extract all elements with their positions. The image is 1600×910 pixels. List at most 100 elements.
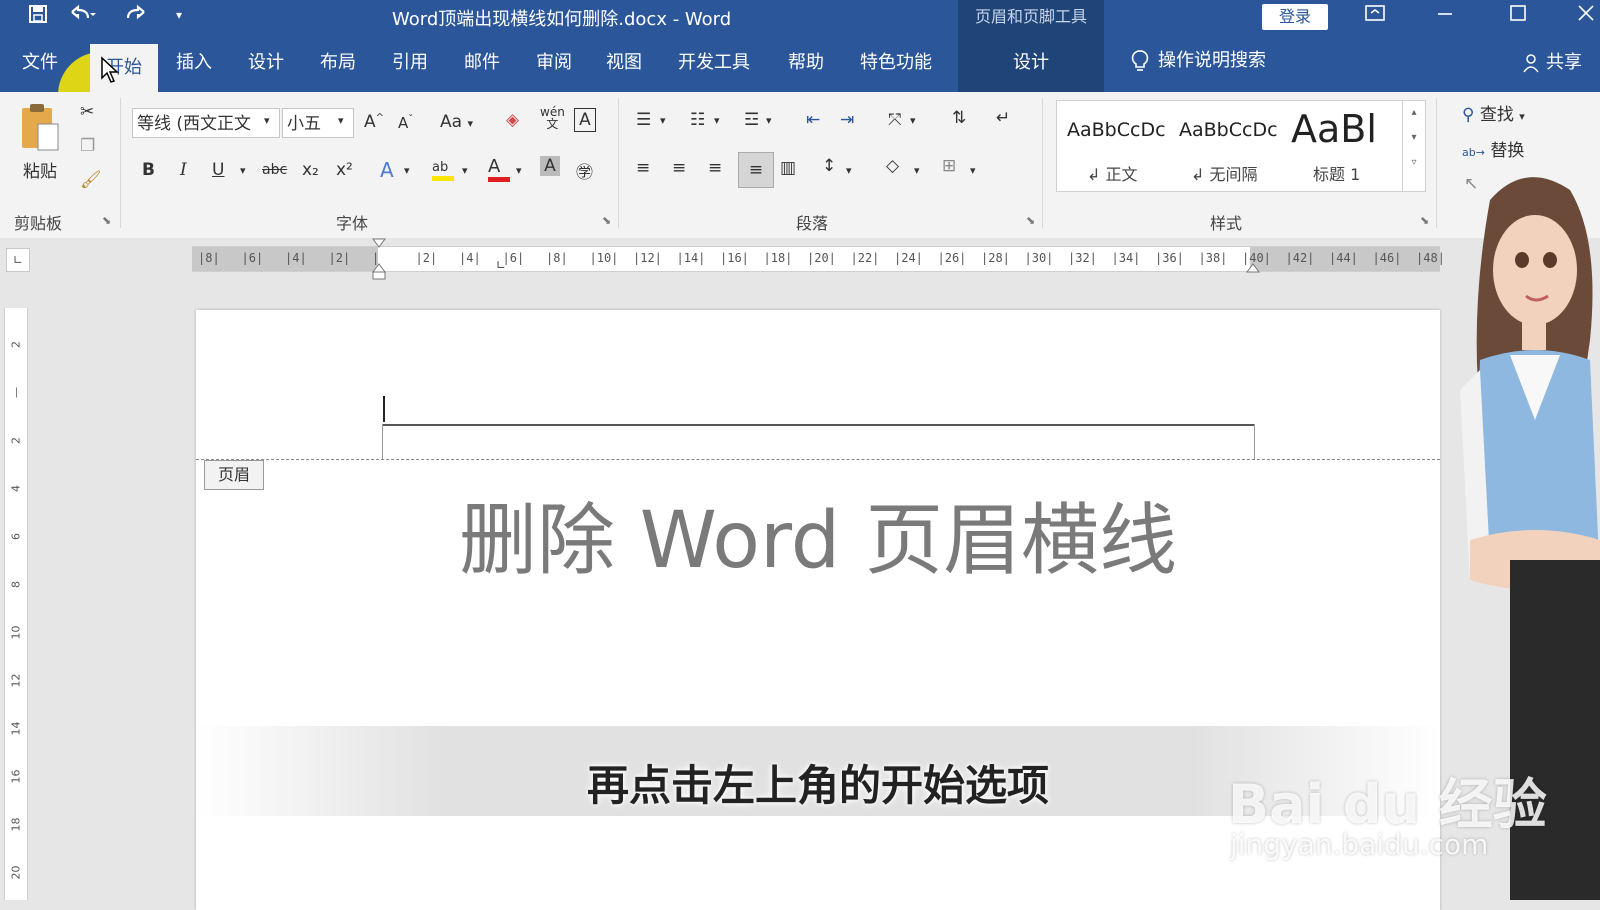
numbering-dropdown-icon[interactable]: ▾ <box>714 114 720 127</box>
redo-icon[interactable] <box>124 4 148 29</box>
align-left-icon[interactable]: ≡ <box>636 158 650 178</box>
multilevel-list-icon[interactable]: ☲ <box>744 110 759 130</box>
tab-special-features[interactable]: 特色功能 <box>860 48 932 74</box>
tab-design[interactable]: 设计 <box>248 48 284 74</box>
font-color-icon[interactable]: A <box>488 156 510 182</box>
line-spacing-icon[interactable]: ↕ <box>822 156 836 176</box>
distributed-icon[interactable]: ▥ <box>780 158 796 178</box>
indent-marker-icon[interactable] <box>372 238 386 282</box>
tab-references[interactable]: 引用 <box>392 48 428 74</box>
style-normal-sample[interactable]: AaBbCcDc <box>1067 119 1166 141</box>
tab-help[interactable]: 帮助 <box>788 48 824 74</box>
font-name-dropdown-icon[interactable]: ▾ <box>264 114 270 127</box>
line-spacing-dropdown-icon[interactable]: ▾ <box>846 164 852 177</box>
superscript-button[interactable]: x² <box>336 160 353 180</box>
bold-button[interactable]: B <box>142 160 155 180</box>
minimize-icon[interactable] <box>1436 2 1454 29</box>
gallery-up-icon[interactable]: ▴ <box>1403 107 1425 118</box>
clear-formatting-icon[interactable]: ◈ <box>506 110 519 130</box>
login-button[interactable]: 登录 <box>1262 4 1328 30</box>
vertical-ruler[interactable]: 2 — 2 4 6 8 10 12 14 16 18 20 <box>4 308 28 900</box>
save-icon[interactable] <box>28 4 48 29</box>
grow-font-icon[interactable]: A^ <box>364 112 384 132</box>
tab-review[interactable]: 审阅 <box>536 48 572 74</box>
style-no-spacing-name: ↲ 无间隔 <box>1191 165 1258 184</box>
right-indent-marker-icon[interactable] <box>1246 260 1260 274</box>
group-divider <box>1436 98 1437 228</box>
chinese-layout-dropdown-icon[interactable]: ▾ <box>910 114 916 127</box>
tab-mailings[interactable]: 邮件 <box>464 48 500 74</box>
font-size-dropdown-icon[interactable]: ▾ <box>338 114 344 127</box>
share-button[interactable]: 共享 <box>1522 48 1582 74</box>
customize-qat-icon[interactable]: ▾ <box>176 8 182 22</box>
change-case-icon[interactable]: Aa ▾ <box>440 112 473 132</box>
bullets-dropdown-icon[interactable]: ▾ <box>660 114 666 127</box>
borders-dropdown-icon[interactable]: ▾ <box>970 164 976 177</box>
styles-gallery[interactable]: AaBbCcDc ↲ 正文 AaBbCcDc ↲ 无间隔 AaBl 标题 1 <box>1056 100 1404 192</box>
numbering-icon[interactable]: ☷ <box>690 110 705 130</box>
highlight-dropdown-icon[interactable]: ▾ <box>462 164 468 177</box>
character-shading-icon[interactable]: A <box>540 156 560 176</box>
styles-launcher-icon[interactable]: ⬊ <box>1420 214 1429 227</box>
document-heading[interactable]: 删除 Word 页眉横线 <box>196 478 1440 590</box>
shading-dropdown-icon[interactable]: ▾ <box>914 164 920 177</box>
replace-button[interactable]: ab→ 替换 <box>1462 136 1524 161</box>
tab-header-footer-design[interactable]: 设计 <box>958 34 1104 92</box>
shading-icon[interactable]: ◇ <box>886 156 899 176</box>
tab-view[interactable]: 视图 <box>606 48 642 74</box>
tab-file[interactable]: 文件 <box>22 48 58 74</box>
italic-button[interactable]: I <box>180 160 187 180</box>
chinese-layout-icon[interactable]: ⤧ <box>888 110 902 130</box>
paste-button[interactable]: 粘贴 <box>18 100 62 182</box>
clipboard-launcher-icon[interactable]: ⬊ <box>102 214 111 227</box>
tab-developer[interactable]: 开发工具 <box>678 48 750 74</box>
phonetic-guide-icon[interactable]: wén 文 <box>540 106 565 130</box>
font-name-combo[interactable]: 等线 (西文正文 <box>132 108 280 138</box>
justify-icon[interactable]: ≡ <box>738 152 774 188</box>
text-effects-dropdown-icon[interactable]: ▾ <box>404 164 410 177</box>
tab-selector[interactable]: ∟ <box>6 248 30 272</box>
text-effects-icon[interactable]: A <box>380 158 394 182</box>
format-painter-icon[interactable]: 🖌 <box>80 170 102 190</box>
decrease-indent-icon[interactable]: ⇤ <box>806 110 820 130</box>
find-button[interactable]: ⚲ 查找 ▾ <box>1462 100 1525 125</box>
enclose-characters-icon[interactable]: ㊫ <box>576 158 593 183</box>
gallery-down-icon[interactable]: ▾ <box>1403 132 1425 143</box>
cut-icon[interactable]: ✂ <box>80 102 94 122</box>
style-heading1-sample[interactable]: AaBl <box>1291 107 1391 151</box>
subscript-button[interactable]: x₂ <box>302 160 319 180</box>
paragraph-launcher-icon[interactable]: ⬊ <box>1026 214 1035 227</box>
multilevel-dropdown-icon[interactable]: ▾ <box>766 114 772 127</box>
style-no-spacing-sample[interactable]: AaBbCcDc <box>1179 119 1278 141</box>
character-border-icon[interactable]: A <box>574 108 596 132</box>
ruler-tick-label: |22| <box>850 251 880 265</box>
underline-dropdown-icon[interactable]: ▾ <box>240 164 246 177</box>
strikethrough-button[interactable]: abc <box>262 162 287 178</box>
styles-gallery-scroll[interactable]: ▴ ▾ ▿ <box>1402 100 1426 192</box>
ribbon-display-options-icon[interactable] <box>1364 2 1386 29</box>
tab-layout[interactable]: 布局 <box>320 48 356 74</box>
maximize-icon[interactable] <box>1508 2 1528 29</box>
increase-indent-icon[interactable]: ⇥ <box>840 110 854 130</box>
left-tab-stop-icon[interactable]: ∟ <box>496 258 506 272</box>
font-launcher-icon[interactable]: ⬊ <box>602 214 611 227</box>
close-icon[interactable] <box>1576 2 1596 29</box>
borders-icon[interactable]: ⊞ <box>942 156 956 176</box>
header-horizontal-line[interactable] <box>382 424 1254 426</box>
sort-icon[interactable]: ⇅ <box>952 108 966 128</box>
align-center-icon[interactable]: ≡ <box>672 158 686 178</box>
bullets-icon[interactable]: ☰ <box>636 110 651 130</box>
vertical-ruler-tick-label: 4 <box>9 485 23 492</box>
underline-button[interactable]: U <box>212 160 224 180</box>
show-marks-icon[interactable]: ↵ <box>996 108 1010 128</box>
font-color-dropdown-icon[interactable]: ▾ <box>516 164 522 177</box>
align-right-icon[interactable]: ≡ <box>708 158 722 178</box>
gallery-more-icon[interactable]: ▿ <box>1403 157 1425 168</box>
copy-icon[interactable]: ❐ <box>80 136 95 156</box>
highlight-color-icon[interactable]: ab <box>432 156 454 181</box>
ruler-tick-label: |16| <box>720 251 749 265</box>
tab-insert[interactable]: 插入 <box>176 48 212 74</box>
tell-me-search[interactable]: 操作说明搜索 <box>1130 46 1266 73</box>
shrink-font-icon[interactable]: Aˇ <box>398 114 413 132</box>
undo-icon[interactable] <box>68 4 96 29</box>
